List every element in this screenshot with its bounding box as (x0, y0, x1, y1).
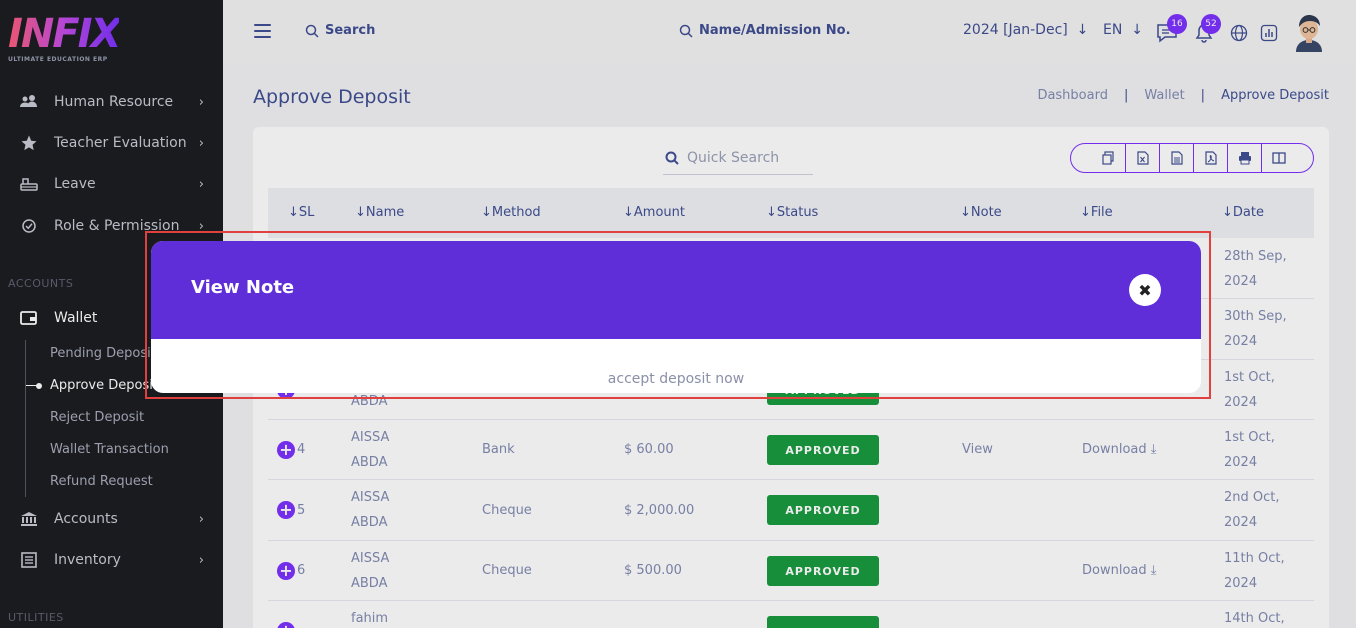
close-icon[interactable]: ✖ (1129, 274, 1161, 306)
modal-title: View Note (191, 277, 295, 298)
view-note-modal: View Note ✖ accept deposit now (151, 241, 1201, 393)
modal-body: accept deposit now (151, 339, 1201, 393)
modal-header: View Note ✖ (151, 241, 1201, 339)
note-text: accept deposit now (607, 371, 745, 387)
